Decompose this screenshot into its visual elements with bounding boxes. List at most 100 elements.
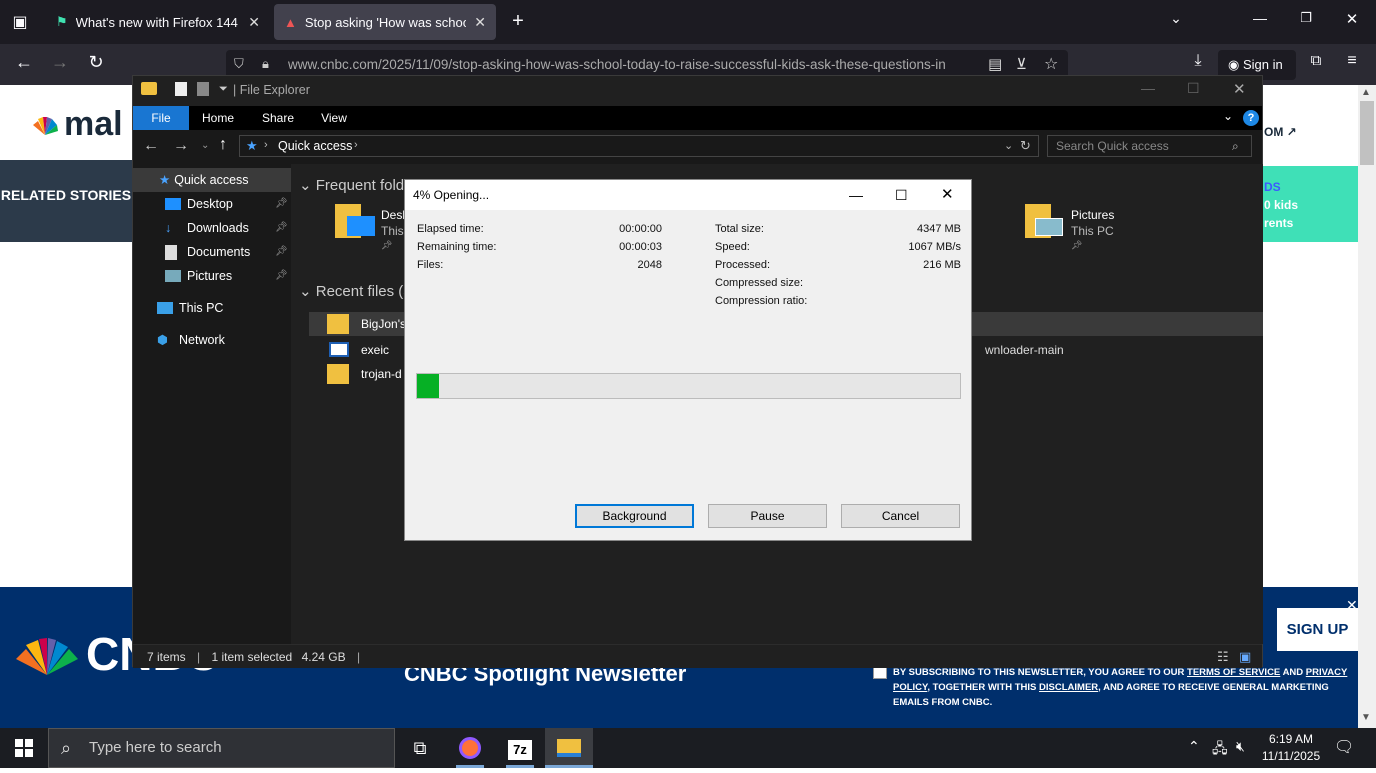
header-link[interactable]: OM ↗ — [1264, 125, 1297, 139]
taskbar-search-box[interactable]: ⌕ Type here to search — [48, 728, 395, 768]
recent-locations-icon[interactable]: ⌄ — [201, 140, 209, 151]
show-hidden-icons[interactable]: ⌃ — [1188, 738, 1200, 755]
reader-view-icon[interactable]: ▤ — [988, 55, 1002, 73]
up-arrow-icon[interactable]: ↑ — [219, 136, 227, 154]
pause-button[interactable]: Pause — [708, 504, 827, 528]
save-to-pocket-icon[interactable]: ⊻ — [1016, 55, 1027, 73]
restore-button[interactable]: ❐ — [1290, 10, 1322, 26]
back-button[interactable]: ← — [8, 52, 40, 73]
list-all-tabs-icon[interactable]: ⌄ — [1160, 10, 1192, 27]
tab-list-icon[interactable]: ▣ — [4, 12, 36, 32]
extensions-icon[interactable]: ⧉ — [1300, 52, 1332, 69]
disclaimer-link[interactable]: Disclaimer — [1039, 682, 1098, 693]
breadcrumb-chevron-icon[interactable]: › — [354, 139, 358, 151]
file-name: exeic — [361, 343, 390, 357]
explorer-title-bar[interactable]: ⏷ | File Explorer — ☐ ✕ — [133, 76, 1262, 106]
scroll-down-icon[interactable]: ▼ — [1361, 712, 1371, 723]
sign-up-button[interactable]: SIGN UP — [1277, 608, 1358, 651]
nav-documents[interactable]: Documents 📌︎ — [133, 240, 291, 264]
nav-quick-access[interactable]: ★ Quick access — [133, 168, 291, 192]
background-button[interactable]: Background — [575, 504, 694, 528]
help-icon[interactable]: ? — [1243, 110, 1259, 126]
forward-button[interactable]: → — [44, 52, 76, 73]
lock-icon[interactable]: 🔒︎ — [262, 56, 269, 72]
url-text[interactable]: www.cnbc.com/2025/11/09/stop-asking-how-… — [288, 57, 978, 72]
search-quick-access-input[interactable]: Search Quick access ⌕ — [1047, 135, 1252, 157]
page-scrollbar[interactable]: ▲ ▼ — [1358, 85, 1376, 728]
disclaimer-text: By subscribing to this newsletter, you a… — [893, 667, 1188, 678]
breadcrumb-quick-access[interactable]: Quick access — [278, 139, 352, 153]
task-view-icon[interactable]: ⧉ — [396, 728, 444, 768]
new-tab-button[interactable]: + — [502, 10, 534, 33]
7zip-taskbar-icon[interactable]: 7z — [496, 728, 544, 768]
ribbon-tab-share[interactable]: Share — [253, 106, 303, 130]
bookmark-star-icon[interactable]: ☆ — [1044, 54, 1058, 74]
new-folder-icon[interactable] — [197, 82, 209, 96]
expand-ribbon-icon[interactable]: ⌄ — [1223, 109, 1233, 123]
nav-pictures[interactable]: Pictures 📌︎ — [133, 264, 291, 288]
close-banner-icon[interactable]: ✕ — [1346, 597, 1358, 614]
nav-this-pc[interactable]: This PC — [133, 296, 291, 320]
refresh-icon[interactable]: ↻ — [1020, 138, 1031, 154]
close-tab-icon[interactable]: ✕ — [248, 14, 260, 31]
tab-cnbc-article[interactable]: ▲ Stop asking 'How was school to ✕ — [274, 4, 496, 40]
item-count: 7 items — [147, 650, 186, 664]
dialog-title-bar[interactable]: 4% Opening... — ☐ ✕ — [405, 180, 971, 210]
ribbon-tab-file[interactable]: File — [133, 106, 189, 130]
folder-name[interactable]: Pictures — [1071, 208, 1114, 222]
stat-row: Compression ratio: — [715, 292, 961, 310]
downloads-icon[interactable]: ⤓ — [1182, 52, 1214, 70]
back-arrow-icon[interactable]: ← — [143, 137, 159, 155]
maximize-button[interactable]: ☐ — [1187, 80, 1200, 97]
close-window-button[interactable]: ✕ — [1336, 10, 1368, 28]
properties-icon[interactable] — [175, 82, 187, 96]
address-bar[interactable]: ★ › Quick access › ⌄ ↻ — [239, 135, 1039, 157]
close-tab-icon[interactable]: ✕ — [474, 14, 486, 31]
details-view-icon[interactable]: ☷ — [1217, 645, 1229, 669]
firefox-taskbar-icon[interactable] — [446, 728, 494, 768]
ribbon-tab-view[interactable]: View — [309, 106, 359, 130]
nav-downloads[interactable]: ↓ Downloads 📌︎ — [133, 216, 291, 240]
disclaimer-text: and — [1280, 667, 1306, 678]
maximize-button[interactable]: ☐ — [895, 180, 908, 210]
nav-desktop[interactable]: Desktop 📌︎ — [133, 192, 291, 216]
clock[interactable]: 6:19 AM 11/11/2025 — [1258, 731, 1324, 765]
tab-firefox-whats-new[interactable]: ⚑ What's new with Firefox 144 ✕ — [46, 4, 270, 40]
pin-icon: 📌︎ — [275, 222, 288, 233]
address-dropdown-icon[interactable]: ⌄ — [1004, 139, 1013, 152]
cancel-button[interactable]: Cancel — [841, 504, 960, 528]
related-story-card[interactable]: DS 0 kids rents — [1262, 166, 1358, 242]
file-explorer-taskbar-icon[interactable] — [545, 728, 593, 768]
minimize-button[interactable]: — — [1244, 10, 1276, 26]
make-it-logo[interactable]: mal — [64, 105, 123, 144]
desktop-folder-icon[interactable] — [335, 200, 375, 240]
terms-link[interactable]: Terms of Service — [1187, 667, 1280, 678]
stat-value: 4347 MB — [916, 223, 961, 235]
breadcrumb-chevron-icon[interactable]: › — [264, 139, 268, 151]
notifications-icon[interactable]: 🗨︎ — [1334, 737, 1354, 757]
customize-quick-access-icon[interactable]: ⏷ — [219, 83, 228, 96]
minimize-button[interactable]: — — [1141, 80, 1155, 96]
menu-icon[interactable]: ≡ — [1336, 52, 1368, 70]
start-button[interactable] — [0, 728, 48, 768]
frequent-folders-header[interactable]: ⌄ Frequent fold — [299, 176, 404, 194]
ribbon-tab-home[interactable]: Home — [193, 106, 243, 130]
scroll-up-icon[interactable]: ▲ — [1361, 87, 1371, 98]
reload-button[interactable]: ↻ — [80, 52, 112, 73]
large-icons-view-icon[interactable]: ▣ — [1239, 645, 1251, 669]
close-button[interactable]: ✕ — [1233, 80, 1246, 98]
recent-files-header[interactable]: ⌄ Recent files (3 — [299, 282, 412, 300]
close-button[interactable]: ✕ — [941, 180, 954, 210]
stat-label: Compression ratio: — [715, 295, 808, 307]
pictures-folder-icon[interactable] — [1025, 200, 1065, 240]
volume-muted-icon[interactable]: 🔇︎ — [1236, 738, 1245, 755]
flag-icon: ⚑ — [56, 14, 68, 29]
network-status-icon[interactable]: 🖧︎ — [1212, 738, 1228, 762]
forward-arrow-icon[interactable]: → — [173, 137, 189, 155]
shield-icon[interactable]: ⛉ — [234, 56, 244, 72]
stat-label: Remaining time: — [417, 241, 497, 253]
section-title: Frequent fold — [315, 177, 405, 194]
scroll-thumb[interactable] — [1360, 101, 1374, 165]
nav-network[interactable]: ⬢ Network — [133, 328, 291, 352]
minimize-button[interactable]: — — [849, 180, 863, 210]
